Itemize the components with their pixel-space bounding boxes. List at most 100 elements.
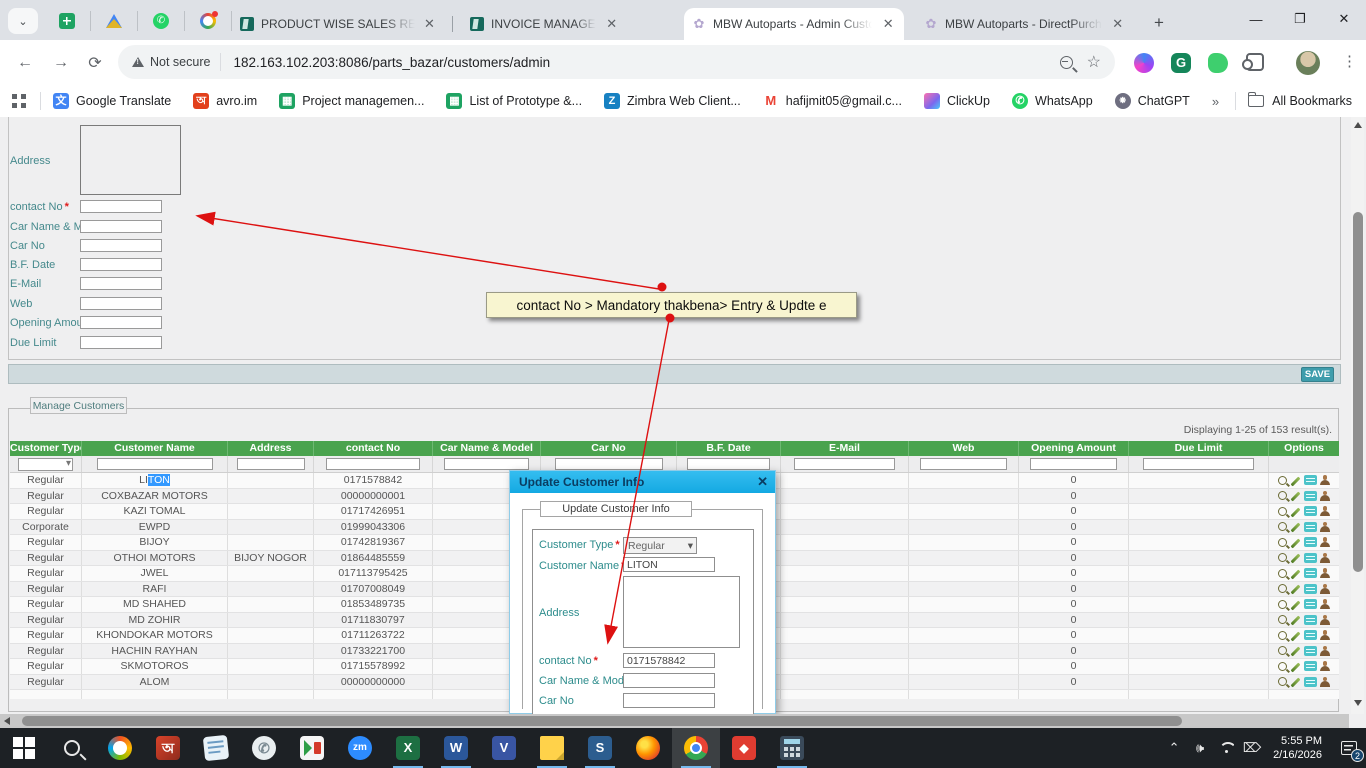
- taskbar-copilot-icon[interactable]: [96, 728, 144, 768]
- customer-user-icon[interactable]: [1320, 537, 1331, 548]
- column-header[interactable]: Due Limit: [1129, 441, 1269, 456]
- zoom-page-icon[interactable]: [1059, 55, 1073, 69]
- bookmark-star-icon[interactable]: ☆: [1087, 52, 1101, 72]
- vertical-scroll-thumb[interactable]: [1352, 212, 1363, 572]
- customer-card-icon[interactable]: [1303, 599, 1317, 610]
- bookmark-google-translate[interactable]: 文 Google Translate: [53, 93, 171, 109]
- modal-contact-input[interactable]: [623, 653, 715, 668]
- column-header[interactable]: Opening Amount: [1019, 441, 1129, 456]
- customer-user-icon[interactable]: [1320, 661, 1331, 672]
- customer-user-icon[interactable]: [1320, 676, 1331, 687]
- pinned-tab-sheets[interactable]: [44, 11, 91, 31]
- taskbar-s-app-icon[interactable]: S: [576, 728, 624, 768]
- address-filter-input[interactable]: [236, 458, 305, 470]
- customer-user-icon[interactable]: [1320, 630, 1331, 641]
- customer-card-icon[interactable]: [1303, 552, 1317, 563]
- extension-icon[interactable]: [1134, 53, 1154, 73]
- view-customer-icon[interactable]: [1277, 630, 1287, 640]
- grammarly-icon[interactable]: G: [1171, 53, 1191, 73]
- customer-card-icon[interactable]: [1303, 630, 1317, 641]
- customer-user-icon[interactable]: [1320, 506, 1331, 517]
- taskbar-word-icon[interactable]: W: [432, 728, 480, 768]
- view-customer-icon[interactable]: [1277, 537, 1287, 547]
- taskbar-media-app-icon[interactable]: [288, 728, 336, 768]
- customer-user-icon[interactable]: [1320, 552, 1331, 563]
- view-customer-icon[interactable]: [1277, 615, 1287, 625]
- modal-car-name-input[interactable]: [623, 673, 715, 688]
- new-tab-button[interactable]: +: [1146, 10, 1172, 36]
- edit-customer-icon[interactable]: [1290, 476, 1300, 487]
- modal-car-no-input[interactable]: [623, 693, 715, 708]
- bf-date-input[interactable]: [80, 258, 162, 271]
- bookmark-whatsapp[interactable]: ✆ WhatsApp: [1012, 93, 1093, 109]
- browser-menu-icon[interactable]: ⋮: [1342, 52, 1357, 70]
- taskbar-chrome-icon[interactable]: [672, 728, 720, 768]
- taskbar-whatsapp-icon[interactable]: ✆: [240, 728, 288, 768]
- due-limit-input[interactable]: [80, 336, 162, 349]
- due-limit-filter-input[interactable]: [1142, 458, 1255, 470]
- customer-card-icon[interactable]: [1303, 645, 1317, 656]
- column-header[interactable]: contact No: [314, 441, 433, 456]
- close-tab-icon[interactable]: ✕: [1110, 16, 1126, 32]
- column-header[interactable]: Options: [1269, 441, 1339, 456]
- web-input[interactable]: [80, 297, 162, 310]
- customer-user-icon[interactable]: [1320, 583, 1331, 594]
- edit-customer-icon[interactable]: [1290, 522, 1300, 533]
- email-input[interactable]: [80, 277, 162, 290]
- taskbar-start-icon[interactable]: [0, 728, 48, 768]
- all-bookmarks-button[interactable]: All Bookmarks: [1272, 94, 1352, 108]
- customer-user-icon[interactable]: [1320, 475, 1331, 486]
- taskbar-firefox-icon[interactable]: [624, 728, 672, 768]
- edit-customer-icon[interactable]: [1290, 615, 1300, 626]
- view-customer-icon[interactable]: [1277, 584, 1287, 594]
- view-customer-icon[interactable]: [1277, 646, 1287, 656]
- profile-avatar[interactable]: [1296, 51, 1320, 75]
- url-text[interactable]: 182.163.102.203:8086/parts_bazar/custome…: [233, 55, 1059, 70]
- tab-invoice-manage[interactable]: INVOICE MANAGE ✕: [462, 8, 670, 40]
- taskbar-excel-icon[interactable]: X: [384, 728, 432, 768]
- security-label[interactable]: Not secure: [150, 55, 210, 69]
- pinned-tab-app[interactable]: [185, 11, 232, 31]
- customer-user-icon[interactable]: [1320, 490, 1331, 501]
- edit-customer-icon[interactable]: [1290, 600, 1300, 611]
- tab-product-wise-sales[interactable]: PRODUCT WISE SALES REPORT ✕: [232, 8, 444, 40]
- customer-card-icon[interactable]: [1303, 614, 1317, 625]
- extensions-puzzle-icon[interactable]: [1242, 53, 1264, 71]
- view-customer-icon[interactable]: [1277, 491, 1287, 501]
- scroll-up-arrow[interactable]: [1354, 122, 1362, 128]
- bookmark-gmail[interactable]: Mhafijmit05@gmail.c...: [762, 93, 902, 109]
- edit-customer-icon[interactable]: [1290, 507, 1300, 518]
- web-filter-input[interactable]: [919, 458, 1008, 470]
- close-tab-icon[interactable]: ✕: [880, 16, 896, 32]
- modal-title[interactable]: Update Customer Info: [510, 471, 775, 493]
- scroll-left-arrow[interactable]: [4, 717, 10, 725]
- customer-name-input[interactable]: [623, 557, 715, 572]
- taskbar-clock[interactable]: 5:55 PM 2/16/2026: [1273, 734, 1322, 762]
- column-header[interactable]: Car Name & Model: [433, 441, 541, 456]
- bookmark-avro[interactable]: অ avro.im: [193, 93, 257, 109]
- bookmark-chatgpt[interactable]: ⁕ ChatGPT: [1114, 93, 1190, 109]
- edit-customer-icon[interactable]: [1290, 491, 1300, 502]
- window-close-button[interactable]: ✕: [1322, 0, 1366, 38]
- car-name-input[interactable]: [80, 220, 162, 233]
- edit-customer-icon[interactable]: [1290, 569, 1300, 580]
- pinned-tab-whatsapp[interactable]: [138, 11, 185, 31]
- column-header[interactable]: E-Mail: [781, 441, 909, 456]
- edit-customer-icon[interactable]: [1290, 646, 1300, 657]
- view-customer-icon[interactable]: [1277, 599, 1287, 609]
- customer-user-icon[interactable]: [1320, 568, 1331, 579]
- horizontal-scrollbar[interactable]: [0, 714, 1349, 728]
- customer-card-icon[interactable]: [1303, 537, 1317, 548]
- customer-user-icon[interactable]: [1320, 599, 1331, 610]
- customer-user-icon[interactable]: [1320, 614, 1331, 625]
- tab-mbw-admin-customers[interactable]: ✿ MBW Autoparts - Admin Custo ✕: [684, 8, 904, 40]
- taskbar-notepad-icon[interactable]: [192, 728, 240, 768]
- column-header[interactable]: Address: [228, 441, 314, 456]
- address-textarea[interactable]: [80, 125, 181, 195]
- tray-chevron-up-icon[interactable]: ⌃: [1161, 728, 1187, 768]
- pinned-tab-drive[interactable]: [91, 11, 138, 31]
- bookmark-list-of-prototype[interactable]: ▦ List of Prototype &...: [446, 93, 582, 109]
- onedrive-icon[interactable]: ⌦: [1239, 728, 1265, 768]
- scroll-down-arrow[interactable]: [1354, 700, 1362, 706]
- customer-card-icon[interactable]: [1303, 568, 1317, 579]
